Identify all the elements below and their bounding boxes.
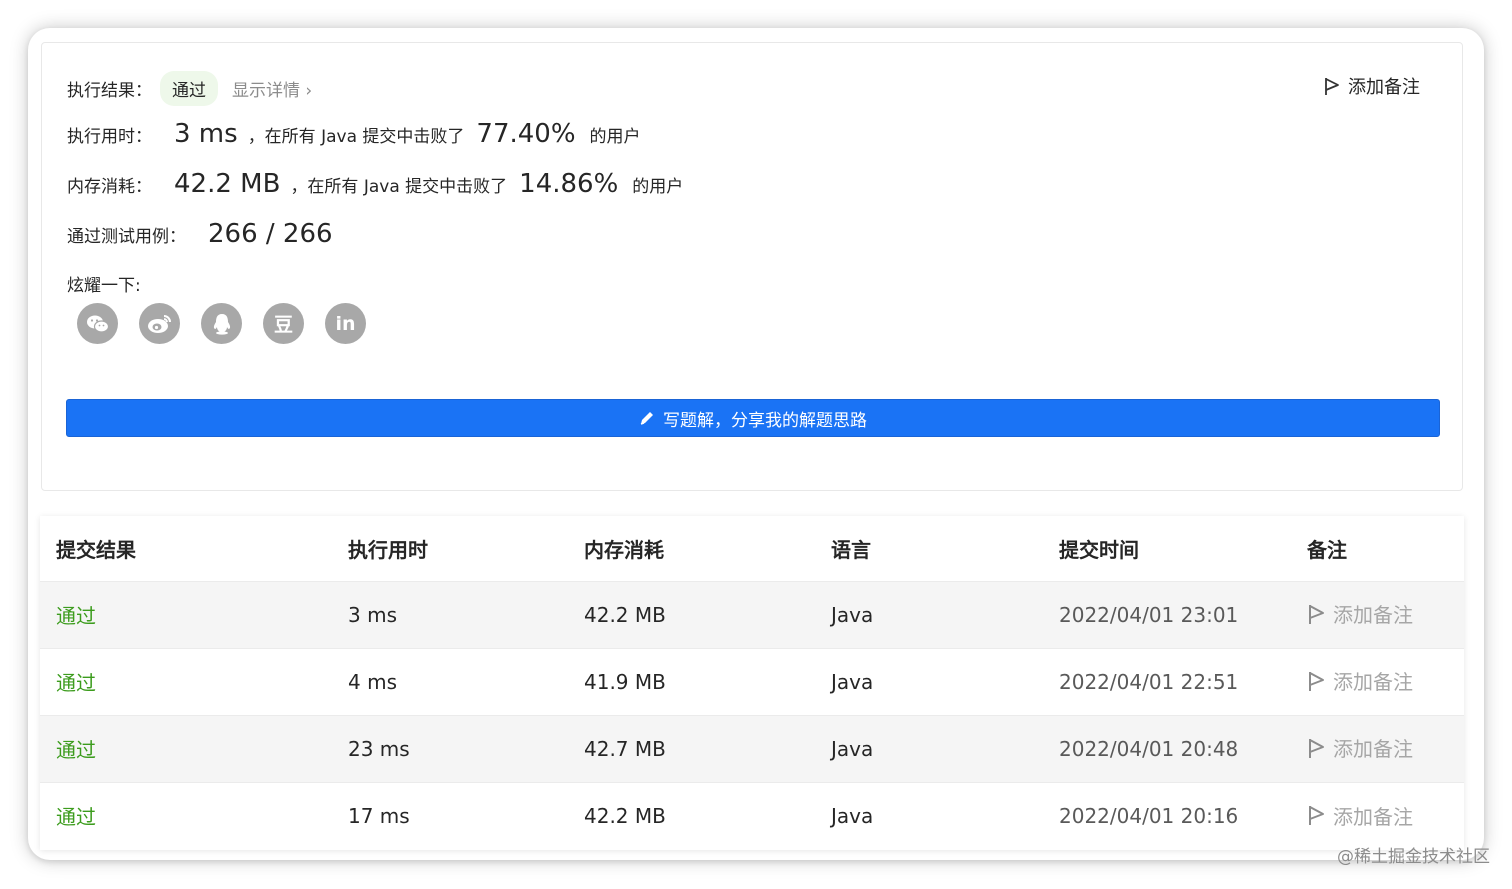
row-memory: 42.2 MB [584,781,831,849]
memory-row: 内存消耗： 42.2 MB ，在所有 Java 提交中击败了 14.86% 的用… [67,169,683,199]
header-note: 备注 [1307,537,1347,562]
row-add-note[interactable]: 添加备注 [1307,714,1464,782]
wechat-icon[interactable] [77,303,118,344]
memory-label: 内存消耗： [67,177,152,197]
runtime-mid-text: ，在所有 Java 提交中击败了 [247,127,465,147]
row-note-label: 添加备注 [1333,670,1413,695]
row-note-label: 添加备注 [1333,603,1413,628]
flag-icon [1309,604,1324,624]
testcase-row: 通过测试用例： 266 / 266 [67,219,343,249]
add-note-button[interactable]: 添加备注 [1324,73,1420,99]
header-runtime: 执行用时 [348,537,428,562]
header-submit-time: 提交时间 [1059,537,1139,562]
row-status[interactable]: 通过 [40,781,348,849]
linkedin-glyph: in [335,312,356,335]
runtime-row: 执行用时： 3 ms ，在所有 Java 提交中击败了 77.40% 的用户 [67,119,641,149]
add-note-label: 添加备注 [1348,77,1420,98]
write-solution-label: 写题解，分享我的解题思路 [663,410,867,431]
result-row: 执行结果： 通过 显示详情 › [67,71,312,106]
row-note-label: 添加备注 [1333,737,1413,762]
runtime-suffix: 的用户 [589,127,641,147]
row-submit-time: 2022/04/01 20:48 [1059,714,1307,782]
memory-value: 42.2 MB [174,169,281,199]
header-language: 语言 [831,537,871,562]
row-language: Java [831,781,1059,849]
runtime-label: 执行用时： [67,127,152,147]
watermark: @稀土掘金技术社区 [1337,847,1490,867]
row-submit-time: 2022/04/01 20:16 [1059,781,1307,849]
header-status: 提交结果 [56,537,136,562]
row-note-label: 添加备注 [1333,804,1413,829]
submissions-table: 提交结果 执行用时 内存消耗 语言 提交时间 备注 通过 3 ms 42.2 M… [40,516,1464,850]
testcase-value: 266 / 266 [208,219,333,249]
table-row[interactable]: 通过 17 ms 42.2 MB Java 2022/04/01 20:16 添… [40,781,1464,849]
share-buttons: 豆 in [77,303,366,344]
row-memory: 42.2 MB [584,580,831,648]
flag-icon [1325,78,1339,95]
result-card: 执行结果： 通过 显示详情 › 添加备注 执行用时： 3 ms ，在所有 Jav… [41,42,1463,491]
table-row[interactable]: 通过 3 ms 42.2 MB Java 2022/04/01 23:01 添加… [40,580,1464,648]
row-memory: 41.9 MB [584,647,831,715]
result-label: 执行结果： [67,81,152,101]
row-submit-time: 2022/04/01 23:01 [1059,580,1307,648]
row-runtime: 23 ms [348,714,584,782]
write-solution-button[interactable]: 写题解，分享我的解题思路 [66,399,1440,437]
runtime-value: 3 ms [174,119,238,149]
memory-mid-text: ，在所有 Java 提交中击败了 [290,177,508,197]
runtime-percent: 77.40% [476,119,576,149]
pencil-icon [640,412,653,425]
table-row[interactable]: 通过 4 ms 41.9 MB Java 2022/04/01 22:51 添加… [40,647,1464,715]
memory-suffix: 的用户 [632,177,684,197]
row-submit-time: 2022/04/01 22:51 [1059,647,1307,715]
row-runtime: 3 ms [348,580,584,648]
row-status[interactable]: 通过 [40,580,348,648]
row-runtime: 17 ms [348,781,584,849]
row-memory: 42.7 MB [584,714,831,782]
row-status[interactable]: 通过 [40,647,348,715]
row-runtime: 4 ms [348,647,584,715]
row-add-note[interactable]: 添加备注 [1307,781,1464,849]
flag-icon [1309,671,1324,691]
douban-icon[interactable]: 豆 [263,303,304,344]
submission-window: 执行结果： 通过 显示详情 › 添加备注 执行用时： 3 ms ，在所有 Jav… [28,28,1484,860]
qq-icon[interactable] [201,303,242,344]
share-label: 炫耀一下: [67,276,141,296]
weibo-icon[interactable] [139,303,180,344]
linkedin-icon[interactable]: in [325,303,366,344]
row-language: Java [831,580,1059,648]
flag-icon [1309,806,1324,825]
share-row-label: 炫耀一下: [67,271,141,296]
row-language: Java [831,714,1059,782]
row-status[interactable]: 通过 [40,714,348,782]
header-memory: 内存消耗 [584,537,664,562]
table-header-row: 提交结果 执行用时 内存消耗 语言 提交时间 备注 [40,516,1464,581]
row-add-note[interactable]: 添加备注 [1307,647,1464,715]
row-language: Java [831,647,1059,715]
flag-icon [1309,738,1324,758]
memory-percent: 14.86% [519,169,619,199]
status-badge: 通过 [160,71,218,106]
table-row[interactable]: 通过 23 ms 42.7 MB Java 2022/04/01 20:48 添… [40,714,1464,782]
show-details-link[interactable]: 显示详情 › [232,76,312,101]
testcase-label: 通过测试用例： [67,227,186,247]
row-add-note[interactable]: 添加备注 [1307,580,1464,648]
douban-glyph: 豆 [273,314,293,336]
